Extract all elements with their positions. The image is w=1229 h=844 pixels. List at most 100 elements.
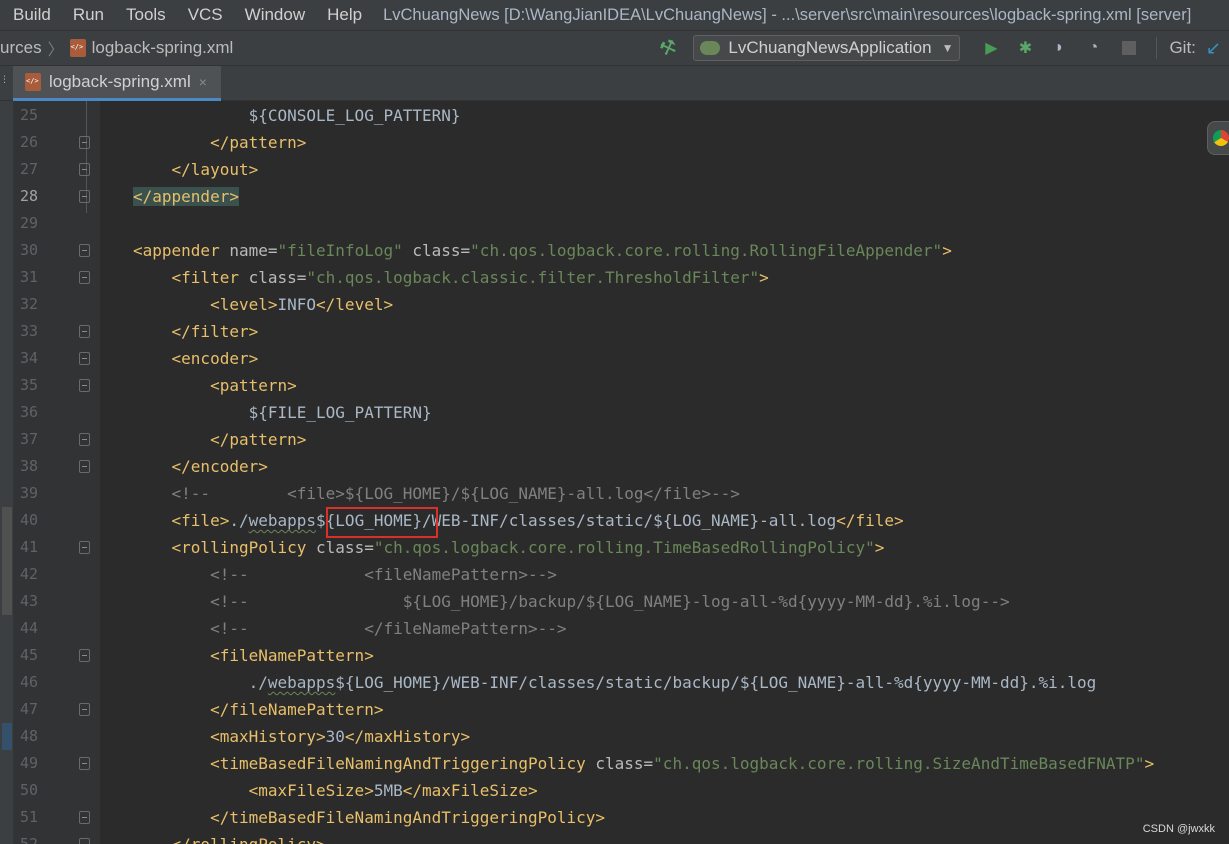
line-number: 29 [19,214,38,232]
code-line[interactable]: <maxFileSize>5MB</maxFileSize> [133,777,1229,804]
spring-boot-icon [700,41,721,55]
run-icon[interactable]: ▶ [982,39,1000,57]
line-number: 40 [19,511,38,529]
line-number: 34 [19,349,38,367]
code-line[interactable]: </pattern> [133,426,1229,453]
left-tool-strip [0,101,13,844]
fold-marker-icon[interactable] [79,649,90,662]
code-line[interactable]: </layout> [133,156,1229,183]
code-line[interactable]: </rollingPolicy> [133,831,1229,844]
code-line[interactable]: <fileNamePattern> [133,642,1229,669]
menu-window[interactable]: Window [232,5,314,25]
code-line[interactable]: </filter> [133,318,1229,345]
fold-marker-icon[interactable] [79,352,90,365]
menu-vcs[interactable]: VCS [175,5,232,25]
code-line[interactable]: <!-- </fileNamePattern>--> [133,615,1229,642]
line-number: 39 [19,484,38,502]
code-line[interactable]: <timeBasedFileNamingAndTriggeringPolicy … [133,750,1229,777]
line-number: 28 [19,187,38,205]
git-label: Git: [1169,38,1196,57]
line-number: 36 [19,403,38,421]
code-line[interactable]: <encoder> [133,345,1229,372]
line-number: 52 [19,835,38,844]
run-configuration-select[interactable]: LvChuangNewsApplication ▼ [693,35,961,61]
git-update-icon[interactable]: ↙ [1206,38,1221,59]
code-line[interactable]: </encoder> [133,453,1229,480]
line-number: 30 [19,241,38,259]
line-number: 43 [19,592,38,610]
breadcrumb-file[interactable]: logback-spring.xml [92,38,234,58]
breadcrumb-resources[interactable]: urces [0,38,42,58]
fold-marker-icon[interactable] [79,838,90,844]
fold-marker-icon[interactable] [79,325,90,338]
highlight-annotation-box [326,507,438,538]
code-line[interactable]: <rollingPolicy class="ch.qos.logback.cor… [133,534,1229,561]
menu-tools[interactable]: Tools [113,5,175,25]
navigation-bar: urces 〉 logback-spring.xml ⚒ LvChuangNew… [0,30,1229,66]
tab-label: logback-spring.xml [49,72,191,91]
code-line[interactable]: <appender name="fileInfoLog" class="ch.q… [133,237,1229,264]
code-line[interactable]: ${CONSOLE_LOG_PATTERN} [133,102,1229,129]
code-line[interactable]: <filter class="ch.qos.logback.classic.fi… [133,264,1229,291]
line-number: 38 [19,457,38,475]
fold-marker-icon[interactable] [79,379,90,392]
line-number: 49 [19,754,38,772]
fold-marker-icon[interactable] [79,757,90,770]
line-number: 41 [19,538,38,556]
menu-help[interactable]: Help [314,5,371,25]
breadcrumb-separator-icon: 〉 [47,42,64,59]
fold-marker-icon[interactable] [79,190,90,203]
line-number: 25 [19,106,38,124]
stop-icon[interactable] [1122,41,1137,55]
line-number: 47 [19,700,38,718]
tab-list-icon[interactable]: ⋮ [0,74,13,92]
line-number: 51 [19,808,38,826]
build-hammer-icon[interactable]: ⚒ [657,34,681,61]
debug-icon[interactable]: ✱ [1016,39,1034,57]
toolbar-divider [1156,37,1158,59]
line-number: 37 [19,430,38,448]
menu-run[interactable]: Run [60,5,113,25]
code-line[interactable]: </appender> [133,183,1229,210]
fold-marker-icon[interactable] [79,271,90,284]
xml-file-icon [25,73,41,91]
line-number: 26 [19,133,38,151]
fold-marker-icon[interactable] [79,433,90,446]
scroll-marker [2,507,12,615]
close-icon[interactable]: × [199,74,207,90]
run-configuration-label: LvChuangNewsApplication [728,38,932,57]
fold-marker-icon[interactable] [79,703,90,716]
code-line[interactable]: ./webapps${LOG_HOME}/WEB-INF/classes/sta… [133,669,1229,696]
code-line[interactable]: <file>./webapps${LOG_HOME}/WEB-INF/class… [133,507,1229,534]
fold-marker-icon[interactable] [79,136,90,149]
code-line[interactable]: <!-- <fileNamePattern>--> [133,561,1229,588]
code-line[interactable]: <!-- <file>${LOG_HOME}/${LOG_NAME}-all.l… [133,480,1229,507]
code-line[interactable]: </timeBasedFileNamingAndTriggeringPolicy… [133,804,1229,831]
tab-logback-spring[interactable]: logback-spring.xml × [13,66,221,101]
fold-marker-icon[interactable] [79,244,90,257]
code-line[interactable]: ${FILE_LOG_PATTERN} [133,399,1229,426]
menu-build[interactable]: Build [0,5,60,25]
window-title: LvChuangNews [D:\WangJianIDEA\LvChuangNe… [383,5,1192,24]
code-line[interactable]: </pattern> [133,129,1229,156]
code-editor[interactable]: 25 ${CONSOLE_LOG_PATTERN} 26 </pattern> 27… [0,101,1229,844]
line-number: 48 [19,727,38,745]
fold-marker-icon[interactable] [79,811,90,824]
line-number: 33 [19,322,38,340]
line-number: 50 [19,781,38,799]
line-number: 32 [19,295,38,313]
coverage-icon[interactable]: ◗ [1050,39,1068,57]
editor-tab-bar: ⋮ logback-spring.xml × [0,66,1229,101]
chrome-browser-icon[interactable] [1207,121,1229,155]
code-line[interactable]: <!-- ${LOG_HOME}/backup/${LOG_NAME}-log-… [133,588,1229,615]
code-line[interactable]: <pattern> [133,372,1229,399]
fold-marker-icon[interactable] [79,460,90,473]
profile-icon[interactable]: ◔ [1084,39,1102,57]
code-line[interactable]: </fileNamePattern> [133,696,1229,723]
line-number: 35 [19,376,38,394]
code-line[interactable]: <level>INFO</level> [133,291,1229,318]
fold-marker-icon[interactable] [79,541,90,554]
code-line[interactable] [133,210,1229,237]
code-line[interactable]: <maxHistory>30</maxHistory> [133,723,1229,750]
fold-marker-icon[interactable] [79,163,90,176]
